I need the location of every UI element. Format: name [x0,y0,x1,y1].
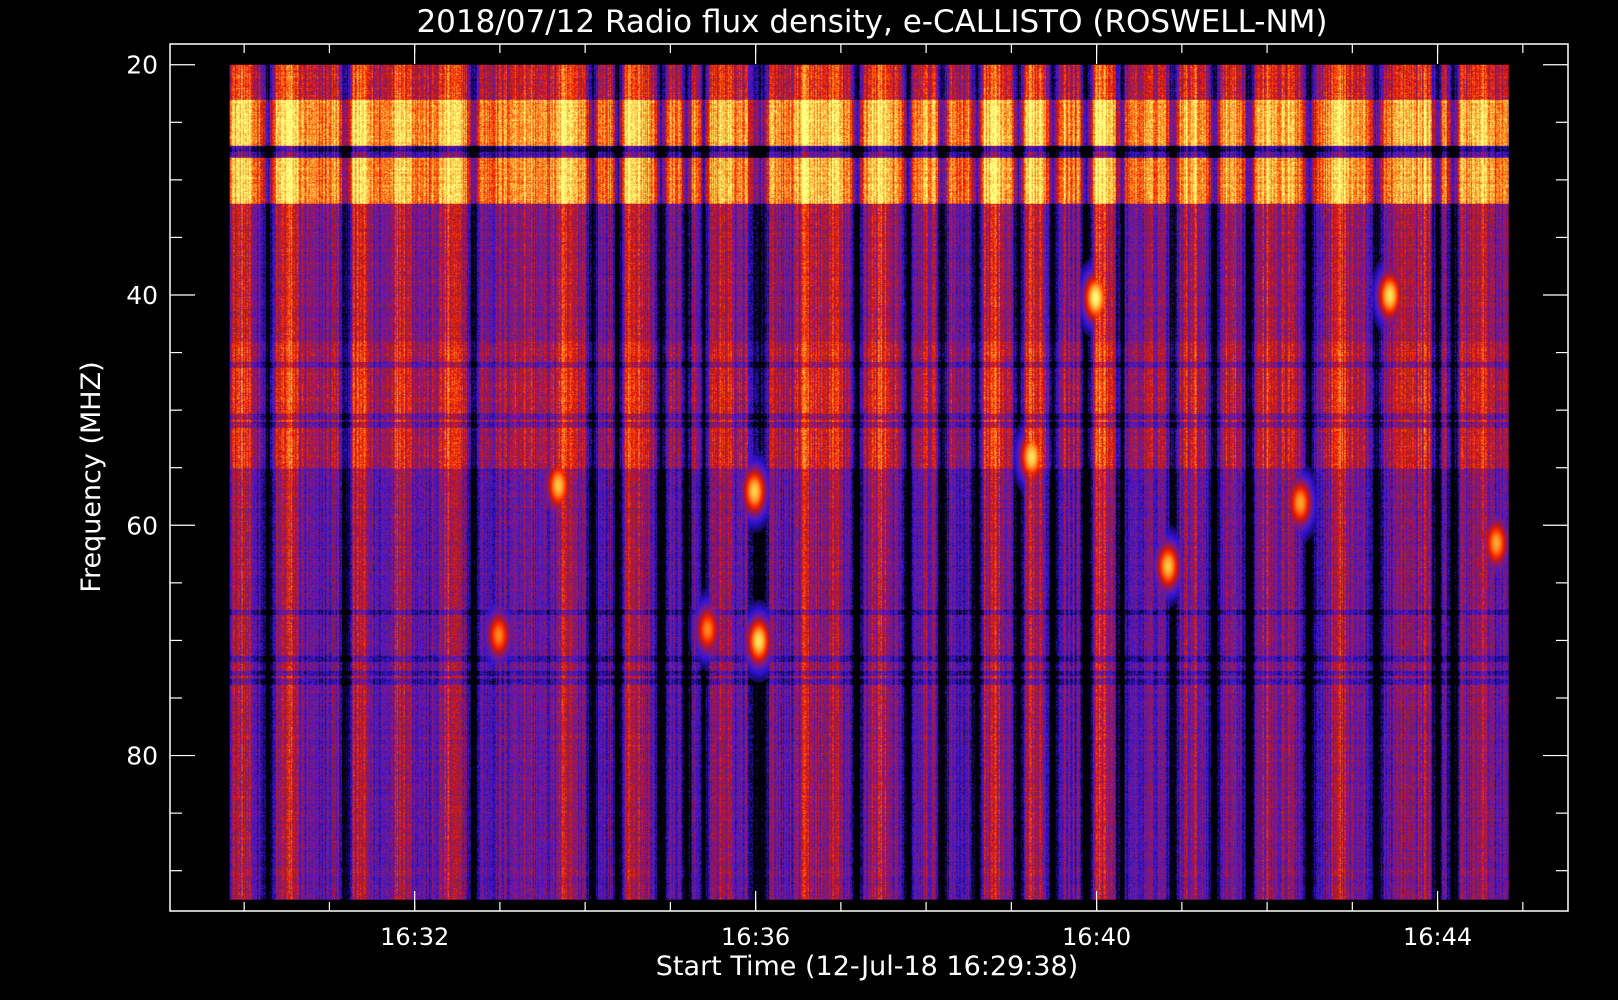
x-tick-label: 16:32 [380,923,449,951]
x-tick-label: 16:40 [1062,923,1131,951]
heatmap-image [229,64,1509,900]
y-tick-label: 60 [126,511,158,540]
x-tick-label: 16:44 [1403,923,1472,951]
chart-title: 2018/07/12 Radio flux density, e-CALLIST… [416,4,1327,40]
y-axis-label: Frequency (MHZ) [76,361,107,592]
y-tick-label: 80 [126,742,158,771]
x-tick-label: 16:36 [721,923,790,951]
y-tick-label: 40 [126,281,158,310]
spectrogram-chart: 2018/07/12 Radio flux density, e-CALLIST… [0,0,1618,1000]
x-axis-label: Start Time (12-Jul-18 16:29:38) [656,951,1078,982]
heatmap-raster [229,64,1509,900]
y-tick-label: 20 [126,51,158,80]
